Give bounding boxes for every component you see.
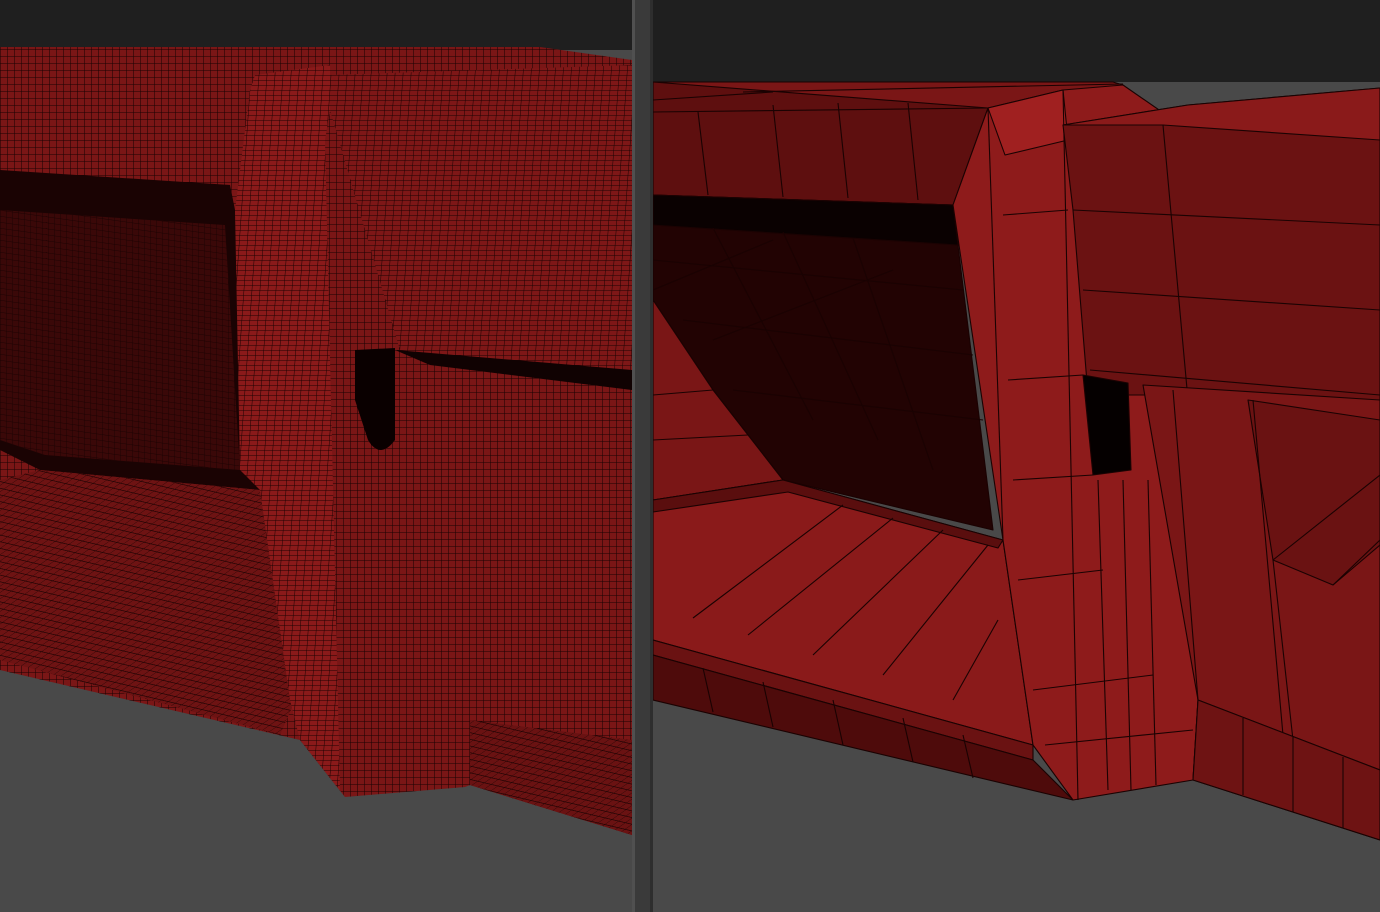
viewport-background-top <box>0 0 632 50</box>
viewport-background-top <box>653 0 1380 82</box>
highpoly-mesh-render <box>0 0 632 912</box>
viewport-divider[interactable] <box>632 0 653 912</box>
viewport-right-lowpoly[interactable] <box>653 0 1380 912</box>
lowpoly-mesh-render <box>653 0 1380 912</box>
viewport-left-highpoly[interactable] <box>0 0 632 912</box>
